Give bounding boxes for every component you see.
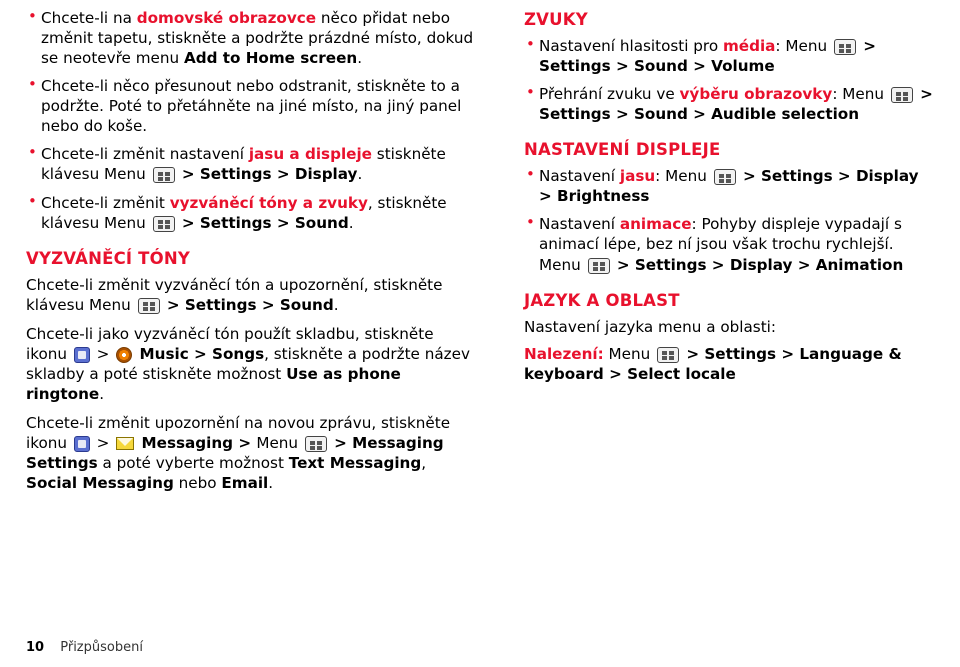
left-column: Chcete-li na domovské obrazovce něco při… <box>26 7 496 502</box>
highlight-text: jasu a displeje <box>248 145 372 164</box>
body-text: Menu <box>603 344 656 363</box>
page-columns: Chcete-li na domovské obrazovce něco při… <box>0 0 960 502</box>
body-text: Chcete-li na <box>41 9 137 27</box>
body-text: . <box>357 49 363 68</box>
body-text: . <box>357 165 363 184</box>
heading-sounds: ZVUKY <box>524 10 588 29</box>
highlight-text: výběru obrazovky <box>679 85 833 104</box>
body-text: Přehrání zvuku ve <box>539 85 680 104</box>
bullet-move-remove: Chcete-li něco přesunout nebo odstranit,… <box>26 75 478 136</box>
menu-icon <box>152 167 175 184</box>
menu-icon <box>713 169 736 186</box>
para-language-intro: Nastavení jazyka menu a oblasti: <box>524 317 777 336</box>
bullet-brightness-display: Chcete-li změnit nastavení jasu a disple… <box>26 143 478 184</box>
heading-language-region: JAZYK A OBLAST <box>524 290 680 310</box>
menu-icon <box>137 297 160 314</box>
footer-page-number: 10 <box>26 640 45 655</box>
body-text: : Menu <box>832 85 889 104</box>
bullet-ringtones-sounds: Chcete-li změnit vyzváněcí tóny a zvuky,… <box>26 191 478 233</box>
menu-icon <box>833 39 856 55</box>
para-message-notification: Chcete-li změnit upozornění na novou zpr… <box>26 413 478 493</box>
bold-text: Text Messaging <box>288 454 422 473</box>
body-text: Nastavení <box>539 215 620 234</box>
body-text: nebo <box>173 474 222 493</box>
highlight-text: média <box>722 37 776 55</box>
bold-text: Music > Songs <box>134 344 265 363</box>
highlight-text: Nalezení: <box>524 344 604 363</box>
bold-text: Messaging > <box>136 434 257 453</box>
menu-icon <box>890 87 913 104</box>
body-text: a poté vyberte možnost <box>97 454 289 473</box>
launcher-icon <box>73 436 90 453</box>
body-text: > <box>91 434 115 453</box>
music-icon <box>116 346 133 363</box>
body-text: Chcete-li něco přesunout nebo odstranit,… <box>41 77 462 136</box>
body-text: . <box>268 474 274 493</box>
body-text: . <box>333 295 339 314</box>
highlight-text: vyzváněcí tóny a zvuky <box>169 193 368 212</box>
bold-text: Social Messaging <box>26 474 174 493</box>
body-text: Chcete-li změnit <box>41 193 170 212</box>
highlight-text: jasu <box>619 167 656 186</box>
body-text: . <box>348 213 354 232</box>
left-top-bullets: Chcete-li na domovské obrazovce něco při… <box>26 7 478 233</box>
bullet-screen-selection-sound: Přehrání zvuku ve výběru obrazovky: Menu… <box>524 83 934 124</box>
menu-icon <box>304 436 327 453</box>
bold-text: > Settings > Sound <box>161 295 334 314</box>
bullet-media-volume: Nastavení hlasitosti pro média: Menu > S… <box>524 35 934 76</box>
heading-display-settings: NASTAVENÍ DISPLEJE <box>524 140 721 160</box>
body-text: Chcete-li změnit nastavení <box>41 145 249 164</box>
body-text: , <box>421 454 427 473</box>
footer-section-name: Přizpůsobení <box>60 640 143 655</box>
highlight-text: animace <box>619 215 692 234</box>
body-text: . <box>99 384 105 403</box>
menu-icon <box>152 215 175 232</box>
body-text: > <box>91 344 115 363</box>
mail-icon <box>116 437 135 451</box>
heading-ringtones: VYZVÁNĚCÍ TÓNY <box>26 248 191 268</box>
para-change-ringtone-notification: Chcete-li změnit vyzváněcí tón a upozorn… <box>26 275 478 315</box>
body-text: Menu <box>256 434 303 453</box>
bold-text: Email <box>221 474 269 493</box>
body-text: : Menu <box>655 167 712 186</box>
launcher-icon <box>73 346 90 363</box>
bullet-brightness: Nastavení jasu: Menu > Settings > Displa… <box>524 165 934 206</box>
body-text: Nastavení <box>539 167 620 186</box>
page-footer: 10 Přizpůsobení <box>26 640 143 655</box>
bullet-home-screen-add: Chcete-li na domovské obrazovce něco při… <box>26 7 478 68</box>
menu-icon <box>657 346 680 363</box>
para-locale-path: Nalezení: Menu > Settings > Language & k… <box>524 344 934 384</box>
body-text: : Menu <box>775 37 832 55</box>
manual-page: Chcete-li na domovské obrazovce něco při… <box>0 0 960 667</box>
menu-icon <box>587 257 610 274</box>
body-text: Nastavení hlasitosti pro <box>539 37 723 55</box>
para-song-as-ringtone: Chcete-li jako vyzváněcí tón použít skla… <box>26 324 478 404</box>
right-column: ZVUKY Nastavení hlasitosti pro média: Me… <box>496 8 934 502</box>
bold-text: Add to Home screen <box>183 49 358 68</box>
bold-text: > Settings > Display <box>176 165 358 184</box>
highlight-text: domovské obrazovce <box>136 9 317 27</box>
bullet-animation: Nastavení animace: Pohyby displeje vypad… <box>524 213 934 274</box>
bold-text: > Settings > Display > Animation <box>611 255 904 274</box>
bold-text: > Settings > Sound <box>176 213 349 232</box>
